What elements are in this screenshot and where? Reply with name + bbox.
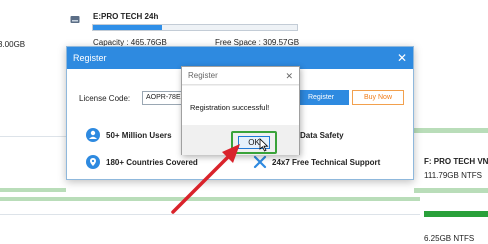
- partition-strip: [0, 188, 66, 192]
- users-icon: [86, 128, 100, 142]
- drive-usage-bar: [92, 24, 298, 31]
- buy-now-button[interactable]: Buy Now: [352, 90, 404, 105]
- feature-safety-text: Data Safety: [300, 131, 344, 140]
- feature-support-text: 24x7 Free Technical Support: [272, 158, 381, 167]
- right-drive-usage-fill: [424, 211, 488, 217]
- close-icon[interactable]: ✕: [285, 67, 293, 85]
- dialog-message: Registration successful!: [190, 103, 270, 112]
- tools-icon: [253, 155, 267, 169]
- partition-size-fragment: 3.00GB: [0, 40, 26, 49]
- license-code-label: License Code:: [79, 94, 131, 103]
- divider: [0, 136, 66, 137]
- feature-users-text: 50+ Million Users: [106, 131, 172, 140]
- annotation-arrow-icon: [168, 138, 248, 218]
- right-drive-size: 111.79GB NTFS: [424, 171, 482, 180]
- dialog-title: Register: [188, 71, 218, 80]
- close-icon[interactable]: ✕: [395, 50, 409, 66]
- right-drive-label[interactable]: F: PRO TECH VN: [424, 157, 488, 166]
- bottom-right-size: 6.25GB NTFS: [424, 234, 475, 243]
- register-button[interactable]: Register: [293, 90, 349, 105]
- location-icon: [86, 155, 100, 169]
- partition-strip: [414, 188, 488, 193]
- drive-usage-fill: [93, 25, 163, 30]
- dialog-title-bar: Register ✕: [182, 67, 299, 85]
- partition-strip: [414, 128, 488, 133]
- register-title: Register: [73, 53, 107, 63]
- cursor-icon: [259, 138, 269, 152]
- drive-label[interactable]: E:PRO TECH 24h: [93, 12, 158, 21]
- drive-icon: [70, 11, 80, 23]
